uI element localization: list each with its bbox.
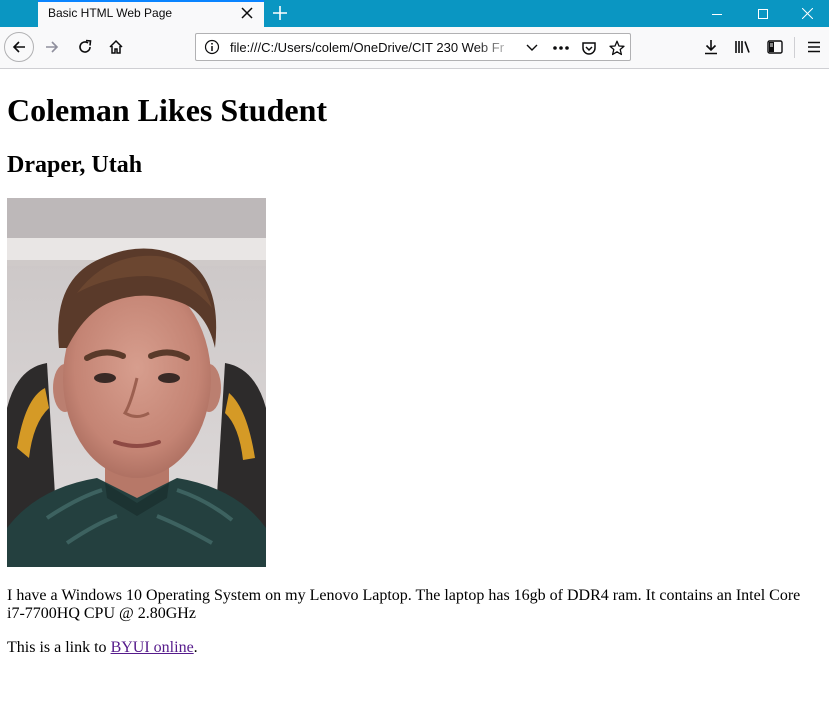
link-paragraph: This is a link to BYUI online. <box>7 639 198 657</box>
tab-active[interactable]: Basic HTML Web Page <box>38 0 264 27</box>
close-icon[interactable] <box>238 4 256 22</box>
reload-icon[interactable] <box>71 33 99 61</box>
page-subheading: Draper, Utah <box>7 152 143 178</box>
computer-specs-paragraph: I have a Windows 10 Operating System on … <box>7 587 801 622</box>
library-icon[interactable] <box>729 33 757 61</box>
more-dots-icon[interactable] <box>552 39 570 57</box>
profile-photo <box>7 198 266 567</box>
download-icon[interactable] <box>697 33 725 61</box>
link-prefix-text: This is a link to <box>7 639 111 656</box>
page-heading: Coleman Likes Student <box>7 92 328 128</box>
maximize-icon[interactable] <box>740 0 786 27</box>
plus-icon[interactable] <box>268 1 292 25</box>
chevron-down-icon[interactable] <box>523 39 541 57</box>
toolbar-separator <box>794 37 795 58</box>
home-icon[interactable] <box>102 33 130 61</box>
tab-strip: Basic HTML Web Page <box>0 0 829 27</box>
arrow-right-icon[interactable] <box>38 33 66 61</box>
arrow-left-icon[interactable] <box>4 32 34 62</box>
pocket-icon[interactable] <box>580 39 598 57</box>
hamburger-menu-icon[interactable] <box>800 33 828 61</box>
tab-title: Basic HTML Web Page <box>48 6 173 20</box>
navigation-toolbar: file:///C:/Users/colem/OneDrive/CIT 230 … <box>0 27 829 69</box>
url-bar[interactable]: file:///C:/Users/colem/OneDrive/CIT 230 … <box>195 33 631 61</box>
url-text[interactable]: file:///C:/Users/colem/OneDrive/CIT 230 … <box>230 40 518 55</box>
star-icon[interactable] <box>608 39 626 57</box>
close-window-icon[interactable] <box>786 0 829 27</box>
link-suffix-text: . <box>193 639 198 656</box>
sidebar-icon[interactable] <box>761 33 789 61</box>
page-content: Coleman Likes Student Draper, Utah I hav… <box>0 69 829 722</box>
byui-online-link[interactable]: BYUI online <box>111 639 194 656</box>
minimize-icon[interactable] <box>694 0 740 27</box>
info-icon[interactable] <box>204 39 220 55</box>
